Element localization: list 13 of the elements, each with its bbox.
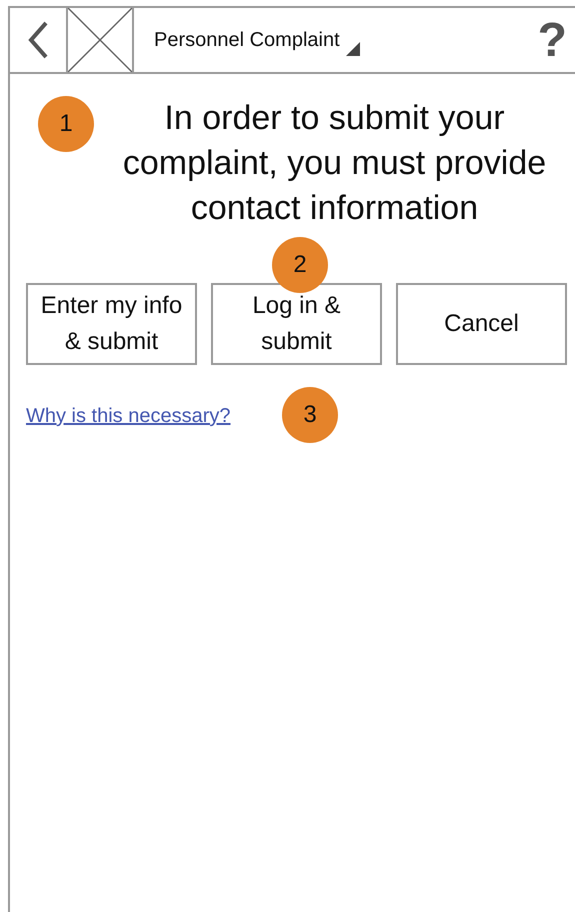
action-button[interactable]: Log in & submit [211,283,382,365]
why-necessary-link[interactable]: Why is this necessary? [26,405,231,427]
annotation-badge: 2 [272,237,328,293]
title-dropdown[interactable]: Personnel Complaint [134,8,360,72]
message-heading: In order to submit your complaint, you must provide contact information [122,98,548,229]
action-button[interactable]: Enter my info & submit [26,283,197,365]
dropdown-caret-icon [346,42,360,56]
annotation-badge: 1 [38,96,94,152]
help-button[interactable]: ? [538,8,567,72]
image-placeholder-icon [68,8,132,72]
action-button[interactable]: Cancel [396,283,567,365]
back-icon [26,20,50,60]
annotation-badge: 3 [282,387,338,443]
